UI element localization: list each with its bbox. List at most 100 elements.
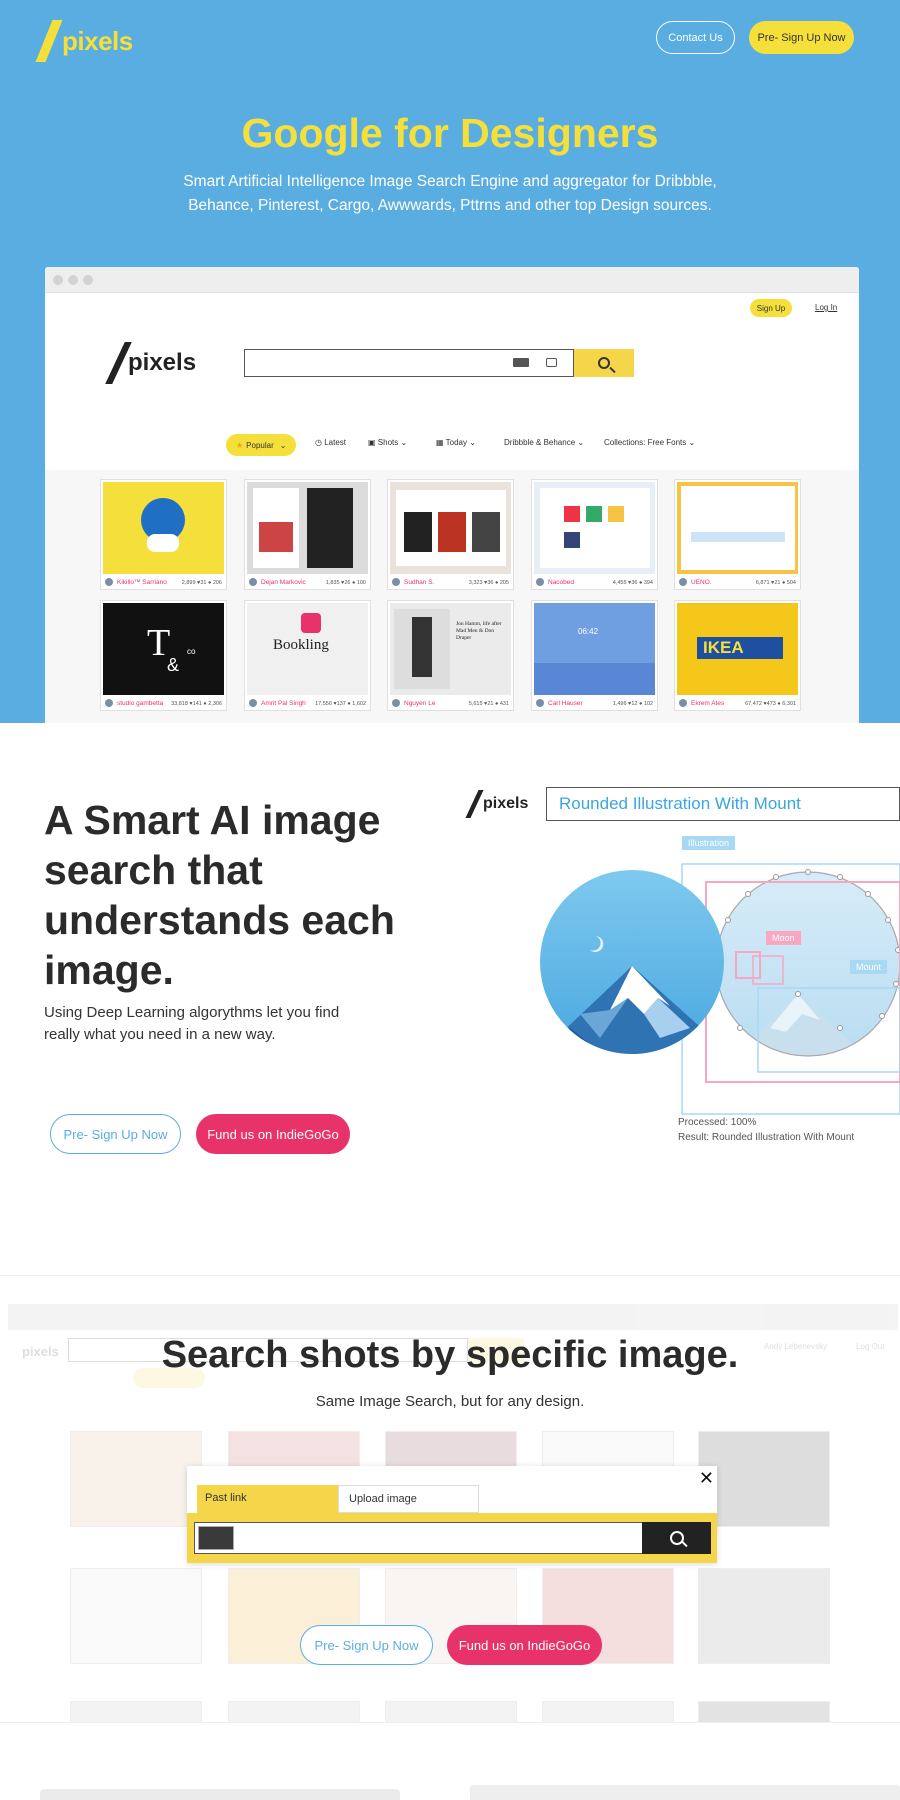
mock-search-button[interactable] [574, 349, 634, 377]
window-dot-icon [83, 274, 93, 285]
shot-card[interactable]: UENO. 6,871 ♥21 ● 504 [674, 479, 801, 590]
shot-card[interactable]: Bookling Amrit Pal Singh 17,556 ♥137 ● 1,6… [244, 600, 371, 711]
filter-label: Popular [246, 440, 274, 450]
thumbnail-shape [438, 512, 466, 552]
logo-slash-icon [35, 20, 63, 62]
similar-section-title: Search shots by specific image. [161, 1334, 739, 1376]
fund-indiegogo-button[interactable]: Fund us on IndieGoGo [196, 1114, 350, 1154]
shot-author[interactable]: Sudhan S. [404, 579, 434, 586]
image-link-input[interactable] [194, 1522, 646, 1554]
thumbnail-shape [691, 532, 785, 542]
thumbnail-shape [564, 532, 580, 548]
pre-signup-button[interactable]: Pre- Sign Up Now [749, 21, 854, 54]
shot-author[interactable]: UENO. [691, 579, 712, 586]
mock-signup-button[interactable]: Sign Up [750, 299, 792, 317]
shot-thumbnail[interactable]: IKEA [677, 603, 798, 695]
tab-upload-image[interactable]: Upload image [338, 1485, 479, 1513]
thumbnail-shape [608, 506, 624, 522]
shot-card[interactable]: Dejan Markovic 1,835 ♥26 ● 100 [244, 479, 371, 590]
filter-source[interactable]: Dribbble & Behance ⌄ [504, 438, 584, 447]
avatar[interactable] [392, 699, 400, 707]
shot-card[interactable]: Jon Hamm, life after Mad Men & Don Drape… [387, 600, 514, 711]
filter-today[interactable]: ▦ Today ⌄ [436, 438, 476, 447]
pre-signup-button[interactable]: Pre- Sign Up Now [300, 1625, 433, 1665]
shot-thumbnail[interactable] [677, 482, 798, 574]
chevron-down-icon: ⌄ [575, 438, 585, 447]
shot-stats: 5,615 ♥21 ● 431 [468, 701, 509, 707]
demo-logo: pixels [465, 790, 528, 818]
shot-stats: 2,899 ♥31 ● 206 [181, 580, 222, 586]
avatar[interactable] [392, 578, 400, 586]
browser-mockup: Sign Up Log In pixels ★ Popular ⌄ ◷ Late… [45, 267, 859, 723]
shot-author[interactable]: Dejan Markovic [261, 579, 306, 586]
mock-filter-bar: ★ Popular ⌄ ◷ Latest ▣ Shots ⌄ ▦ Today ⌄… [45, 434, 859, 456]
thumbnail-shape [404, 512, 432, 552]
bg-card [542, 1701, 674, 1722]
shot-stats: 4,455 ♥36 ● 394 [612, 580, 653, 586]
avatar[interactable] [679, 578, 687, 586]
filter-latest[interactable]: ◷ Latest [315, 438, 346, 447]
shot-author[interactable]: Ekrem Ates [691, 700, 724, 707]
shot-thumbnail[interactable] [534, 482, 655, 574]
avatar[interactable] [536, 578, 544, 586]
shot-thumbnail[interactable]: Bookling [247, 603, 368, 695]
image-search-button[interactable] [642, 1522, 711, 1554]
avatar[interactable] [105, 578, 113, 586]
filter-label: Today [445, 438, 467, 447]
shot-author[interactable]: Nguyen Le [404, 700, 435, 707]
shot-thumbnail[interactable]: T & co [103, 603, 224, 695]
hero-subtitle-line-1: Smart Artificial Intelligence Image Sear… [183, 173, 717, 190]
bg-card [698, 1431, 830, 1527]
avatar[interactable] [249, 699, 257, 707]
keyboard-icon[interactable] [513, 358, 529, 367]
window-dot-icon [68, 274, 78, 285]
thumbnail-shape [540, 488, 650, 568]
avatar[interactable] [536, 699, 544, 707]
hero-subtitle-line-2: Behance, Pinterest, Cargo, Awwwards, Ptt… [188, 197, 712, 214]
avatar[interactable] [105, 699, 113, 707]
chevron-down-icon: ⌄ [279, 440, 287, 450]
shot-author[interactable]: studio gambetta [117, 700, 163, 707]
filter-collections[interactable]: Collections: Free Fonts ⌄ [604, 438, 695, 447]
thumbnail-shape [586, 506, 602, 522]
filter-shots[interactable]: ▣ Shots ⌄ [368, 438, 407, 447]
shot-card[interactable]: 06:42 Carl Hauser 1,496 ♥12 ● 102 [531, 600, 658, 711]
shot-author[interactable]: Nacobed [548, 579, 574, 586]
tag-illustration: Illustration [682, 836, 736, 850]
shot-card[interactable]: Sudhan S. 3,323 ♥36 ● 205 [387, 479, 514, 590]
mock-login-link[interactable]: Log In [815, 303, 837, 312]
filter-label: Dribbble & Behance [504, 438, 576, 447]
thumbnail-shape [681, 486, 795, 570]
camera-icon[interactable] [546, 358, 557, 367]
chevron-down-icon: ⌄ [467, 438, 476, 447]
star-icon: ★ [236, 440, 244, 450]
thumbnail-shape [307, 488, 353, 568]
shot-card[interactable]: Kikillo™ Sarriano 2,899 ♥31 ● 206 [100, 479, 227, 590]
shot-thumbnail[interactable] [247, 482, 368, 574]
avatar[interactable] [679, 699, 687, 707]
shot-thumbnail[interactable]: 06:42 [534, 603, 655, 695]
fund-indiegogo-button[interactable]: Fund us on IndieGoGo [447, 1625, 602, 1665]
shot-thumbnail[interactable] [390, 482, 511, 574]
shot-thumbnail[interactable] [103, 482, 224, 574]
shot-thumbnail[interactable]: Jon Hamm, life after Mad Men & Don Drape… [390, 603, 511, 695]
avatar[interactable] [249, 578, 257, 586]
tab-paste-link[interactable]: Past link [197, 1485, 338, 1513]
contact-button[interactable]: Contact Us [656, 21, 735, 54]
shot-card[interactable]: T & co studio gambetta 33,818 ♥141 ● 2,306 [100, 600, 227, 711]
shot-card[interactable]: IKEA Ekrem Ates 67,472 ♥473 ● 6,301 [674, 600, 801, 711]
shot-author[interactable]: Carl Hauser [548, 700, 583, 707]
chevron-down-icon: ⌄ [686, 438, 696, 447]
brand-logo[interactable]: pixels [35, 20, 133, 62]
chevron-down-icon: ⌄ [398, 438, 408, 447]
close-icon[interactable]: ✕ [699, 1468, 714, 1489]
shot-card[interactable]: Nacobed 4,455 ♥36 ● 394 [531, 479, 658, 590]
shot-author[interactable]: Kikillo™ Sarriano [117, 579, 167, 586]
pre-signup-button[interactable]: Pre- Sign Up Now [50, 1114, 181, 1154]
next-browser-bar [470, 1785, 900, 1800]
demo-search-input[interactable]: Rounded Illustration With Mount [546, 787, 900, 821]
mock-search-input[interactable] [244, 349, 574, 377]
processed-status: Processed: 100% [678, 1117, 757, 1128]
shot-author[interactable]: Amrit Pal Singh [261, 700, 306, 707]
filter-popular[interactable]: ★ Popular ⌄ [226, 434, 297, 456]
